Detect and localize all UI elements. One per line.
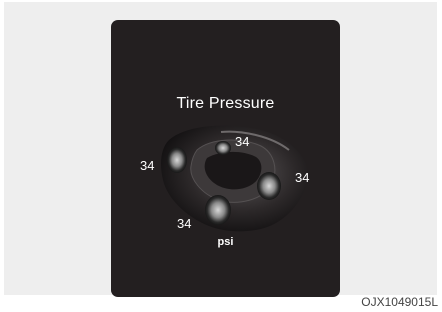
front-left-pressure: 34 [140, 158, 155, 173]
pressure-unit: psi [217, 236, 234, 248]
cluster-display: Tire Pressure 34 34 34 34 psi [111, 20, 340, 297]
rear-left-pressure: 34 [177, 216, 192, 231]
image-caption: OJX1049015L [361, 295, 438, 309]
rear-right-pressure: 34 [295, 170, 310, 185]
front-right-pressure: 34 [235, 134, 250, 149]
